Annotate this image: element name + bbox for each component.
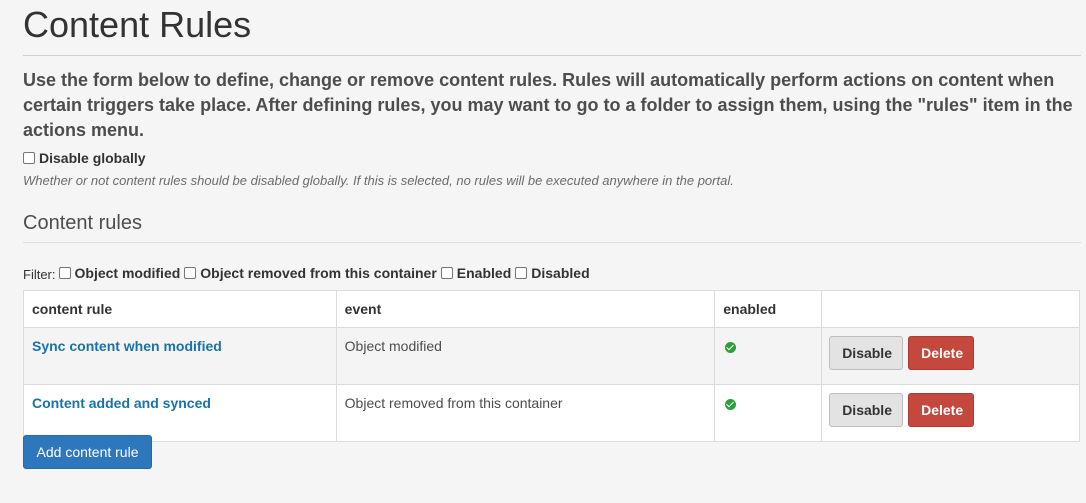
filter-option-label[interactable]: Disabled	[531, 265, 589, 281]
title-divider	[23, 55, 1081, 56]
filter-option-label[interactable]: Enabled	[457, 265, 511, 281]
page-description: Use the form below to define, change or …	[23, 70, 1073, 140]
disable-globally-help: Whether or not content rules should be d…	[23, 173, 734, 188]
filter-label: Filter:	[23, 266, 56, 282]
table-row: Content added and synced Object removed …	[23, 384, 1080, 442]
disable-button[interactable]: Disable	[829, 336, 904, 370]
disable-globally-field: Disable globally	[23, 148, 1081, 168]
rule-enabled-cell	[714, 327, 823, 385]
disable-globally-checkbox[interactable]	[23, 152, 35, 164]
filter-option-enabled[interactable]: Enabled	[440, 265, 511, 281]
add-content-rule-button[interactable]: Add content rule	[23, 435, 152, 469]
rule-actions-cell: Disable Delete	[821, 384, 1080, 442]
filter-checkbox[interactable]	[184, 267, 197, 279]
rule-actions-cell: Disable Delete	[821, 327, 1080, 385]
disable-button[interactable]: Disable	[829, 393, 904, 427]
filter-checkbox[interactable]	[58, 267, 71, 279]
rule-enabled-cell	[714, 384, 823, 442]
page-title: Content Rules	[23, 4, 252, 45]
filter-checkbox[interactable]	[515, 267, 528, 279]
section-divider	[23, 242, 1081, 243]
rule-name-cell: Sync content when modified	[23, 327, 337, 385]
rule-event-cell: Object modified	[335, 327, 716, 385]
delete-button[interactable]: Delete	[908, 393, 975, 427]
filter-option-object-removed[interactable]: Object removed from this container	[184, 265, 437, 281]
filter-option-label[interactable]: Object removed from this container	[200, 265, 437, 281]
column-header-content-rule: content rule	[23, 290, 337, 328]
filter-bar: Filter: Object modified Object removed f…	[23, 264, 1081, 282]
column-header-actions	[821, 290, 1080, 328]
filter-checkbox[interactable]	[440, 267, 453, 279]
check-circle-icon	[725, 399, 737, 410]
filter-option-object-modified[interactable]: Object modified	[58, 265, 181, 281]
table-row: Sync content when modified Object modifi…	[23, 327, 1080, 385]
rule-link[interactable]: Sync content when modified	[32, 338, 222, 354]
check-circle-icon	[725, 342, 737, 353]
content-rules-table: content rule event enabled Sync content …	[23, 290, 1080, 442]
filter-option-disabled[interactable]: Disabled	[515, 265, 590, 281]
section-title: Content rules	[23, 212, 142, 234]
filter-option-label[interactable]: Object modified	[75, 265, 181, 281]
table-header-row: content rule event enabled	[23, 290, 1080, 328]
rule-event-cell: Object removed from this container	[335, 384, 716, 442]
disable-globally-label[interactable]: Disable globally	[39, 150, 146, 166]
rule-name-cell: Content added and synced	[23, 384, 337, 442]
delete-button[interactable]: Delete	[908, 336, 975, 370]
rule-link[interactable]: Content added and synced	[32, 395, 211, 411]
column-header-enabled: enabled	[714, 290, 823, 328]
column-header-event: event	[335, 290, 716, 328]
content-rules-page: Content Rules Use the form below to defi…	[0, 0, 1086, 503]
